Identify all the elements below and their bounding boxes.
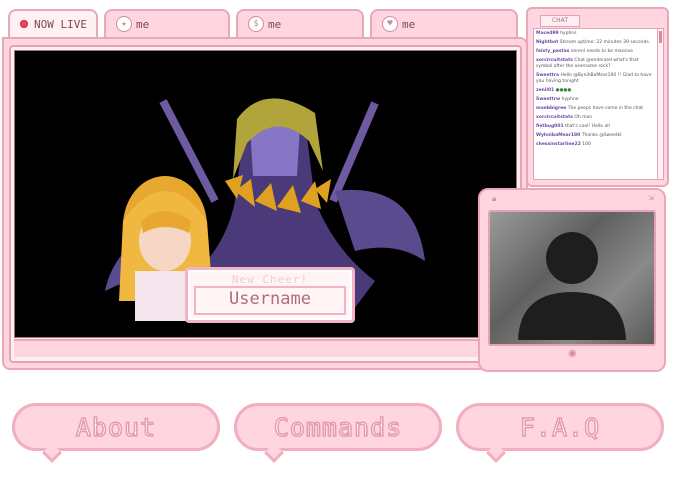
scroll-thumb[interactable] [659, 31, 662, 43]
user-silhouette-icon [518, 232, 626, 340]
webcam-titlebar: 🔒︎ ⇲ [480, 190, 664, 208]
dollar-icon: $ [248, 16, 264, 32]
webcam-window: 🔒︎ ⇲ ◉ [478, 188, 666, 372]
lock-icon: 🔒︎ [492, 194, 497, 203]
chat-message: chessinstarline22 100 [536, 142, 591, 147]
chat-message: xorcircuitstats Oh man [536, 115, 593, 120]
tab-label: me [402, 17, 416, 31]
tab-now-live[interactable]: NOW LIVE [8, 9, 98, 37]
stream-inner-frame: New Cheer! Username [9, 45, 522, 363]
chat-scrollbar[interactable] [657, 28, 664, 180]
heart-icon: ♥ [382, 16, 398, 32]
chat-message: WyhnibaMear180 Thanks @Sweetkl [536, 133, 622, 138]
tab-label: me [268, 17, 282, 31]
about-button[interactable]: About [12, 403, 220, 463]
chat-message: zenil01 ●●●● [536, 88, 572, 93]
chat-message: fietbug001 that's cool! Hello all [536, 124, 610, 129]
stream-frame: New Cheer! Username [2, 37, 528, 370]
chat-tab[interactable]: CHAT [540, 15, 580, 27]
chat-message: xorcircuitstats Chat @enderzed what's th… [536, 58, 639, 69]
stream-bottom-bar [14, 339, 517, 357]
commands-label: Commands [273, 412, 403, 443]
speech-tail [42, 443, 62, 463]
about-label: About [75, 412, 157, 443]
tab-heart[interactable]: ♥ me [370, 9, 518, 37]
chat-window: CHAT Mace499 hyphns Nightbot Stream upti… [526, 7, 669, 187]
chat-message: Mace499 hyphns [536, 31, 577, 36]
chat-messages[interactable]: Mace499 hyphns Nightbot Stream uptime: 2… [533, 28, 658, 180]
faq-button[interactable]: F.A.Q [456, 403, 664, 463]
star-icon: ★ [116, 16, 132, 32]
cheer-title: New Cheer! [231, 273, 309, 286]
resize-icon[interactable]: ⇲ [648, 194, 654, 202]
speech-tail [264, 443, 284, 463]
emote-icon: ●●●● [555, 88, 572, 93]
chat-message: maebbigree The peeps have come in the ch… [536, 106, 644, 111]
chat-message: Sweettrw hyphne [536, 97, 579, 102]
webcam-feed [488, 210, 656, 346]
tab-label: NOW LIVE [34, 17, 87, 31]
chat-message: Nightbot Stream uptime: 22 minutes 39 se… [536, 40, 651, 45]
cheer-inner-border [194, 286, 346, 315]
new-cheer-alert: New Cheer! Username [185, 267, 355, 323]
commands-button[interactable]: Commands [234, 403, 442, 463]
tab-star[interactable]: ★ me [104, 9, 230, 37]
tab-dollar[interactable]: $ me [236, 9, 364, 37]
chat-message: feisty_pastas enrenl needs to be massive [536, 49, 634, 54]
speech-tail [486, 443, 506, 463]
live-indicator-icon [20, 20, 28, 28]
stream-video[interactable]: New Cheer! Username [14, 50, 517, 338]
camera-icon[interactable]: ◉ [568, 348, 577, 359]
tab-label: me [136, 17, 150, 31]
faq-label: F.A.Q [519, 412, 601, 443]
chat-message: Sweettra Hello @BynihBaMear100 !! Glad t… [536, 73, 652, 84]
